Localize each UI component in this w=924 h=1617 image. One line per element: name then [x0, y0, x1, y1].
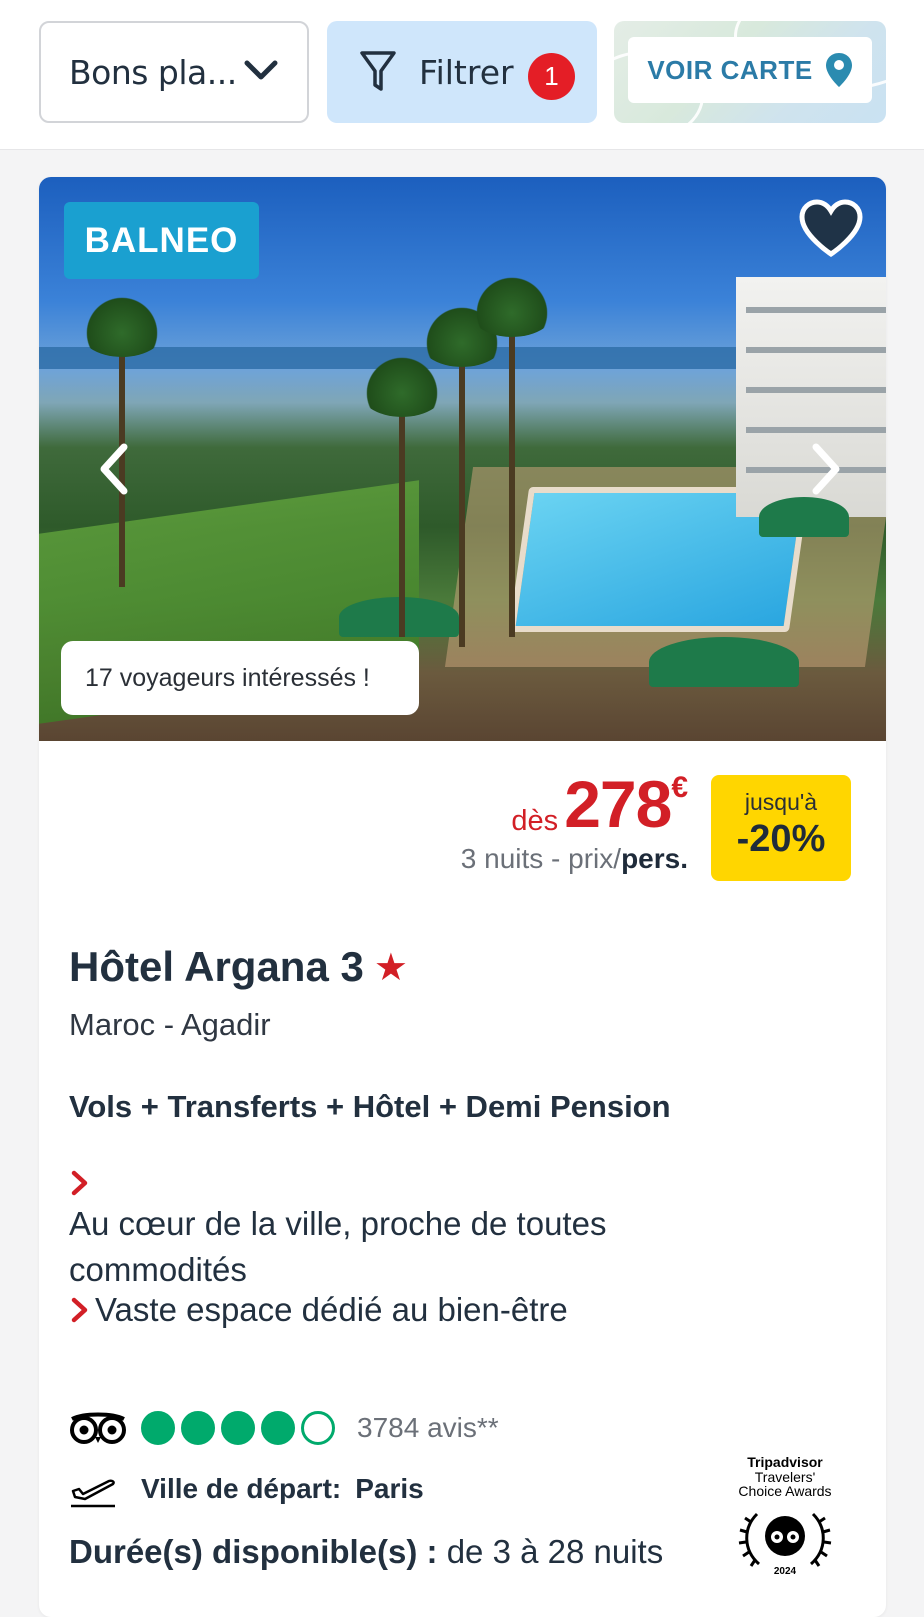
hotel-location: Maroc - Agadir — [69, 1007, 271, 1042]
chevron-right-icon[interactable] — [806, 439, 846, 499]
travelers-choice-award: Tripadvisor Travelers' Choice Awards 202… — [725, 1454, 845, 1583]
feature-item: Au cœur de la ville, proche de toutes co… — [69, 1205, 607, 1288]
chevron-right-icon — [71, 1297, 88, 1323]
view-map-label: VOIR CARTE — [647, 54, 813, 85]
price-block: dès 278 € 3 nuits - prix/pers. — [461, 767, 688, 875]
award-brand: Tripadvisor — [747, 1454, 823, 1470]
heart-icon[interactable] — [798, 199, 864, 259]
feature-item: Vaste espace dédié au bien-être — [69, 1291, 568, 1329]
duration-label: Durée(s) disponible(s) : — [69, 1533, 438, 1570]
interest-counter: 17 voyageurs intéressés ! — [61, 641, 419, 715]
sort-dropdown[interactable]: Bons pla... — [39, 21, 309, 123]
map-pin-icon — [825, 53, 852, 87]
chevron-left-icon[interactable] — [94, 439, 134, 499]
filter-funnel-icon — [360, 51, 396, 91]
plane-takeoff-icon — [71, 1479, 115, 1508]
tripadvisor-owl-icon — [70, 1412, 126, 1444]
filter-button-label: Filtrer — [419, 52, 514, 92]
departure-city: Ville de départ: Paris — [69, 1469, 424, 1509]
rating-bubble-filled — [141, 1411, 175, 1445]
price-amount: 278 — [564, 767, 672, 841]
award-line2: Choice Awards — [738, 1483, 832, 1499]
price-note: 3 nuits - prix/pers. — [460, 843, 688, 874]
filter-count-badge: 1 — [528, 53, 575, 100]
hotel-offer-card[interactable]: BALNEO 17 voyageurs intéressés ! dès 278… — [39, 177, 886, 1617]
duration-value: de 3 à 28 nuits — [446, 1533, 664, 1570]
duration-available: Durée(s) disponible(s) : de 3 à 28 nuits — [69, 1533, 663, 1571]
view-map-pill: VOIR CARTE — [628, 37, 872, 103]
rating-bubble-empty — [301, 1411, 335, 1445]
discount-badge: jusqu'à -20% — [711, 775, 851, 881]
award-year: 2024 — [774, 1566, 797, 1577]
hotel-name: Hôtel Argana 3 — [69, 943, 364, 990]
filter-button[interactable]: Filtrer 1 — [327, 21, 597, 123]
package-formula: Vols + Transferts + Hôtel + Demi Pension — [69, 1089, 671, 1124]
award-line1: Travelers' — [754, 1469, 816, 1485]
price-currency: € — [671, 771, 688, 804]
departure-label: Ville de départ: — [141, 1473, 342, 1504]
feature-text: Vaste espace dédié au bien-être — [95, 1291, 568, 1328]
category-tag: BALNEO — [64, 202, 259, 279]
departure-value: Paris — [355, 1473, 424, 1504]
chevron-right-icon — [71, 1170, 88, 1196]
discount-value: -20% — [736, 818, 826, 860]
rating-bubble-filled — [221, 1411, 255, 1445]
review-count[interactable]: 3784 avis** — [357, 1412, 499, 1444]
tripadvisor-rating: 3784 avis** — [69, 1411, 499, 1445]
rating-bubble-filled — [181, 1411, 215, 1445]
sort-dropdown-label: Bons pla... — [69, 52, 237, 92]
rating-bubble-filled — [261, 1411, 295, 1445]
rating-bubbles — [141, 1411, 335, 1445]
view-map-button[interactable]: VOIR CARTE — [614, 21, 886, 123]
discount-prefix: jusqu'à — [744, 789, 818, 815]
hotel-title[interactable]: Hôtel Argana 3 ★ — [69, 943, 408, 991]
hotel-photo-carousel[interactable]: BALNEO 17 voyageurs intéressés ! — [39, 177, 886, 741]
award-laurel-icon: 2024 — [738, 1512, 832, 1577]
chevron-down-icon — [244, 60, 278, 80]
top-toolbar: Bons pla... Filtrer 1 VOIR CARTE — [0, 0, 924, 150]
price-prefix: dès — [511, 805, 559, 837]
star-icon: ★ — [373, 946, 408, 989]
